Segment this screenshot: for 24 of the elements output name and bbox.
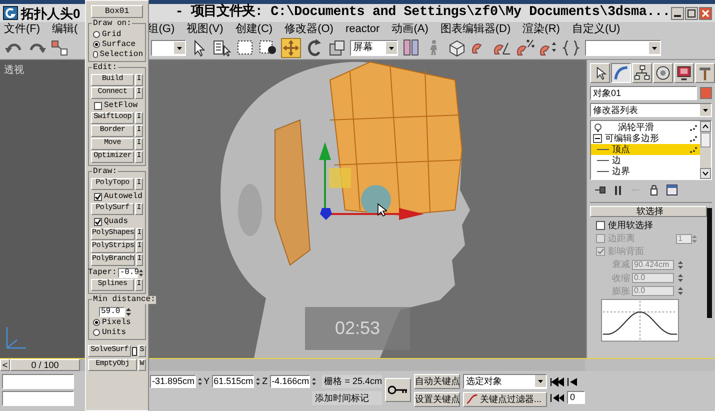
param-label: 收缩 (612, 274, 628, 283)
radio-label: Surface (102, 40, 136, 48)
group-label: Draw: (92, 168, 118, 176)
checkbox-label: Quads (104, 218, 128, 226)
checkbox-label: 使用软选择 (608, 220, 653, 230)
checkbox-label: 影响背面 (608, 247, 644, 256)
param-label: 衰减 (612, 260, 628, 270)
grid-size-readout: 栅格 = 25.4cm (322, 375, 382, 388)
video-timer: 02:53 (305, 307, 410, 350)
axis-label: Y (204, 377, 210, 386)
group-label: Draw on: (92, 20, 132, 28)
radio-label: Pixels (102, 318, 131, 326)
radio-label: Units (102, 328, 126, 336)
window-title: 拓扑人头0 (21, 6, 80, 20)
param-label: 膨胀 (612, 286, 628, 296)
group-label: Edit: (92, 64, 118, 72)
group-label: Min distance: (92, 296, 156, 304)
checkbox-label: SetFlow (104, 102, 138, 110)
field-label: Taper: (88, 268, 117, 276)
radio-label: Selection (100, 50, 143, 58)
checkbox-label: Autoweld (104, 192, 142, 200)
radio-label: Grid (102, 30, 122, 38)
checkbox-label: 边距离 (608, 234, 635, 244)
axis-label: Z (262, 377, 268, 386)
